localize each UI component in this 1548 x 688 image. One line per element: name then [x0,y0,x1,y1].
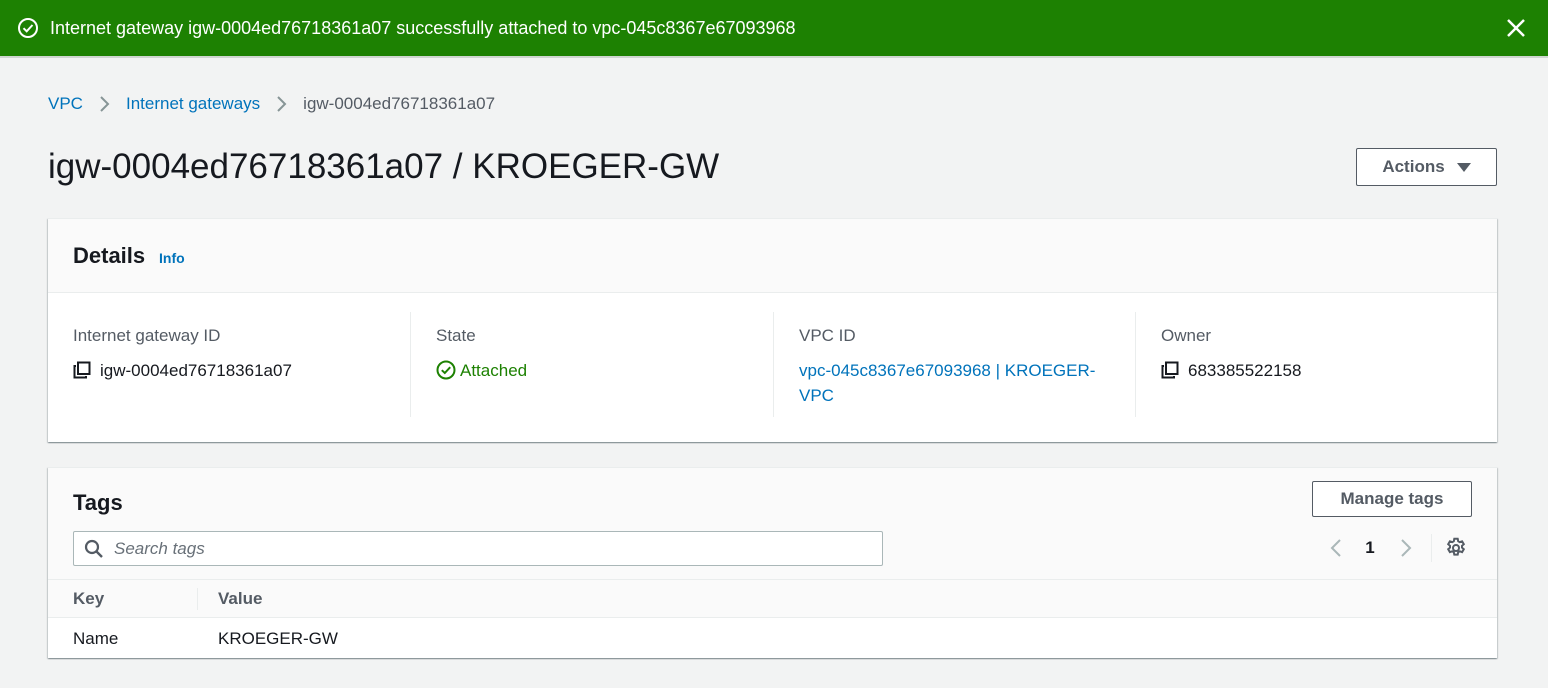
actions-button-label: Actions [1382,157,1445,176]
gateway-id-label: Internet gateway ID [73,326,221,345]
success-flash-banner: Internet gateway igw-0004ed76718361a07 s… [0,0,1548,58]
owner-label: Owner [1161,326,1212,345]
gateway-id-value: igw-0004ed76718361a07 [100,361,292,380]
column-header-key[interactable]: Key [73,589,104,609]
info-link[interactable]: Info [159,250,185,266]
vpc-id-value-row: vpc-045c8367e67093968 | KROEGER-VPC [799,358,1109,408]
vpc-id-field: VPC ID vpc-045c8367e67093968 | KROEGER-V… [774,312,1136,417]
flash-message: Internet gateway igw-0004ed76718361a07 s… [50,18,796,38]
search-icon [84,539,103,558]
gateway-id-field: Internet gateway ID igw-0004ed76718361a0… [48,312,411,417]
vpc-id-label: VPC ID [799,326,856,345]
chevron-right-icon [277,96,287,112]
owner-value: 683385522158 [1188,361,1302,380]
page-number[interactable]: 1 [1358,536,1382,560]
manage-tags-button[interactable]: Manage tags [1312,481,1472,517]
state-field: State Attached [411,312,774,417]
breadcrumb-current: igw-0004ed76718361a07 [303,94,496,113]
tag-value-cell: KROEGER-GW [218,629,338,648]
vpc-id-link[interactable]: vpc-045c8367e67093968 | KROEGER-VPC [799,358,1109,408]
pager-divider [1431,534,1432,562]
tags-table-header: Key Value [48,580,1497,618]
breadcrumb-internet-gateways-link[interactable]: Internet gateways [126,94,260,114]
details-title: Details [73,243,146,268]
tags-title: Tags [73,490,123,515]
close-icon[interactable] [1504,16,1528,40]
caret-down-icon [1456,162,1471,172]
search-tags-box [73,531,883,566]
state-label: State [436,326,476,345]
success-check-icon [18,18,38,38]
chevron-right-icon[interactable] [1398,536,1414,560]
state-value: Attached [460,361,528,380]
search-tags-input[interactable] [114,532,874,565]
state-value-row: Attached [436,358,527,383]
gear-icon[interactable] [1445,537,1467,559]
details-panel: Details Info Internet gateway ID igw-000… [48,218,1497,442]
copy-icon[interactable] [73,361,91,379]
column-divider [197,588,198,610]
chevron-left-icon[interactable] [1328,536,1344,560]
chevron-right-icon [100,96,110,112]
tags-panel: Tags Manage tags 1 Key Value N [48,467,1497,658]
details-header: Details Info [48,219,1497,293]
owner-value-row: 683385522158 [1161,358,1301,383]
page-title: igw-0004ed76718361a07 / KROEGER-GW [48,147,720,186]
column-header-value[interactable]: Value [218,589,262,609]
tag-key-cell: Name [73,629,119,648]
actions-button[interactable]: Actions [1356,148,1497,186]
gateway-id-value-row: igw-0004ed76718361a07 [73,358,292,383]
status-success-icon [436,360,456,380]
breadcrumb: VPC Internet gateways igw-0004ed76718361… [48,93,495,115]
breadcrumb-vpc-link[interactable]: VPC [48,94,83,114]
owner-field: Owner 683385522158 [1136,312,1497,417]
tags-header: Tags Manage tags 1 [48,468,1497,580]
copy-icon[interactable] [1161,361,1179,379]
table-row: Name KROEGER-GW [48,619,1497,659]
